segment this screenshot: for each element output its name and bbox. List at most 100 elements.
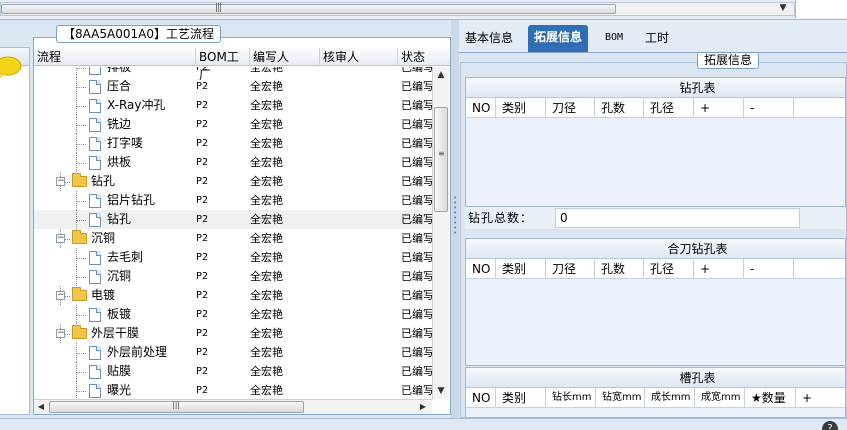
combo-drill-table: 合刀钻孔表 NO 类别 刀径 孔数 孔径 + - bbox=[465, 238, 846, 366]
collapse-toggle-icon[interactable]: − bbox=[56, 291, 65, 300]
tree-row[interactable]: 铣边 P2 全宏艳 已编写 bbox=[34, 115, 432, 134]
slot-table: 槽孔表 NO 类别 钻长mm 钻宽mm 成长mm 成宽mm ★数量 + bbox=[465, 367, 847, 418]
tree-row[interactable]: − 外层干膜 P2 全宏艳 已编写 bbox=[34, 324, 432, 343]
tree-row[interactable]: − 电镀 P2 全宏艳 已编写 bbox=[34, 286, 432, 305]
collapse-toggle-icon[interactable]: − bbox=[56, 329, 65, 338]
tree-row-writer: 全宏艳 bbox=[250, 175, 283, 188]
tab-basic-info[interactable]: 基本信息 bbox=[459, 27, 519, 49]
tree-row-name: 铝片钻孔 bbox=[107, 193, 156, 207]
tree-row-bom-factory: P2 bbox=[196, 290, 209, 301]
drill-table-header: NO 类别 刀径 孔数 孔径 + - bbox=[466, 98, 845, 118]
tree-row-name: 曝光 bbox=[107, 383, 132, 397]
folder-icon bbox=[72, 230, 87, 244]
combo-drill-table-col-header: 刀径 bbox=[546, 259, 595, 279]
document-icon bbox=[89, 194, 101, 208]
tree-row[interactable]: 烘板 P2 全宏艳 已编写 bbox=[34, 153, 432, 172]
tree-row-writer: 全宏艳 bbox=[250, 289, 283, 302]
panel-splitter[interactable]: • • • • • • • • bbox=[451, 20, 459, 418]
tree-row-bom-factory: P2 bbox=[196, 366, 209, 377]
tree-row-bom-factory: P2 bbox=[196, 67, 209, 73]
tree-row-name: X-Ray冲孔 bbox=[107, 98, 166, 112]
column-header-writer[interactable]: 编写人 bbox=[250, 48, 320, 66]
tree-row-status: 已编写 bbox=[401, 327, 432, 340]
document-icon bbox=[89, 118, 101, 132]
tree-row[interactable]: − 沉铜 P2 全宏艳 已编写 bbox=[34, 229, 432, 248]
tree-row-writer: 全宏艳 bbox=[250, 251, 283, 264]
top-horizontal-scrollbar[interactable]: ||| ▼ bbox=[0, 2, 795, 16]
tree-vertical-scrollbar[interactable]: ▲ ≡ ▼ bbox=[432, 67, 449, 399]
tree-column-header: 流程 BOM工厂 编写人 核审人 状态 bbox=[34, 48, 450, 82]
tree-row[interactable]: X-Ray冲孔 P2 全宏艳 已编写 bbox=[34, 96, 432, 115]
column-header-bom-factory[interactable]: BOM工厂 bbox=[196, 48, 250, 82]
tree-row[interactable]: 铝片钻孔 P2 全宏艳 已编写 bbox=[34, 191, 432, 210]
combo-drill-table-col-header: NO bbox=[466, 259, 496, 279]
tree-row[interactable]: 曝光 P2 全宏艳 已编写 bbox=[34, 381, 432, 399]
tree-row[interactable]: 外层前处理 P2 全宏艳 已编写 bbox=[34, 343, 432, 362]
tree-row-writer: 全宏艳 bbox=[250, 118, 283, 131]
column-header-process[interactable]: 流程 bbox=[34, 48, 196, 66]
document-icon bbox=[89, 156, 101, 170]
scroll-left-arrow-icon[interactable]: ◀ bbox=[34, 400, 48, 414]
combo-drill-table-col-header[interactable]: - bbox=[744, 259, 794, 279]
help-icon[interactable]: ? bbox=[822, 421, 838, 430]
process-tree-panel: 流程 BOM工厂 编写人 核审人 状态 排板 P2 全宏艳 已编写 压合 P2 全宏艳 已编写… bbox=[33, 37, 451, 415]
tree-row-status: 已编写 bbox=[401, 251, 432, 264]
scroll-right-arrow-icon[interactable]: ▶ bbox=[416, 400, 430, 414]
tree-row-status: 已编写 bbox=[401, 365, 432, 378]
scroll-down-arrow-icon[interactable]: ▼ bbox=[433, 383, 449, 399]
tab-bom[interactable]: BOM bbox=[599, 27, 629, 49]
tree-row[interactable]: 排板 P2 全宏艳 已编写 bbox=[34, 67, 432, 77]
tab-extended-info[interactable]: 拓展信息 bbox=[528, 25, 589, 52]
folder-icon bbox=[72, 173, 87, 187]
slot-table-col-header: 成长mm bbox=[645, 388, 695, 408]
tree-row-bom-factory: P2 bbox=[196, 328, 209, 339]
drill-table-col-header[interactable]: - bbox=[744, 98, 794, 118]
tree-row-name: 钻孔 bbox=[107, 212, 132, 226]
tree-row[interactable]: 贴膜 P2 全宏艳 已编写 bbox=[34, 362, 432, 381]
tree-row[interactable]: 钻孔 P2 全宏艳 已编写 bbox=[34, 210, 432, 229]
tree-connector bbox=[76, 220, 86, 221]
drill-total-label: 钻孔总数： bbox=[468, 211, 534, 225]
tree-row-name: 铣边 bbox=[107, 117, 132, 131]
tree-row-status: 已编写 bbox=[401, 67, 432, 74]
drill-table-col-header[interactable]: + bbox=[694, 98, 744, 118]
slot-table-col-header: 成宽mm bbox=[695, 388, 745, 408]
scroll-down-arrow-icon[interactable]: ▼ bbox=[773, 3, 793, 15]
slot-table-col-header: NO bbox=[466, 388, 496, 408]
drill-table-caption: 钻孔表 bbox=[466, 78, 845, 98]
tree-row-name: 贴膜 bbox=[107, 364, 132, 378]
tree-row[interactable]: − 钻孔 P2 全宏艳 已编写 bbox=[34, 172, 432, 191]
slot-table-col-header: 类别 bbox=[496, 388, 546, 408]
tree-row[interactable]: 沉铜 P2 全宏艳 已编写 bbox=[34, 267, 432, 286]
tree-row[interactable]: 打字唛 P2 全宏艳 已编写 bbox=[34, 134, 432, 153]
tree-row-name: 沉铜 bbox=[107, 269, 132, 283]
left-collapsed-panel bbox=[0, 47, 30, 415]
tree-hscroll-thumb[interactable]: ||| bbox=[49, 400, 304, 413]
tree-connector bbox=[76, 258, 86, 259]
combo-drill-table-col-header[interactable]: + bbox=[694, 259, 744, 279]
tree-row[interactable]: 板镀 P2 全宏艳 已编写 bbox=[34, 305, 432, 324]
tree-row-status: 已编写 bbox=[401, 156, 432, 169]
top-scroll-thumb[interactable] bbox=[1, 4, 616, 14]
tree-horizontal-scrollbar[interactable]: ◀ ||| ▶ bbox=[34, 399, 432, 414]
tree-row-writer: 全宏艳 bbox=[250, 327, 283, 340]
tab-work-hours[interactable]: 工时 bbox=[639, 27, 675, 49]
collapse-toggle-icon[interactable]: − bbox=[56, 177, 65, 186]
tree-connector bbox=[76, 372, 86, 373]
slot-table-col-header[interactable]: + bbox=[796, 388, 847, 408]
tree-connector bbox=[76, 144, 86, 145]
drill-table-col-header: NO bbox=[466, 98, 496, 118]
slot-table-caption: 槽孔表 bbox=[466, 368, 845, 388]
tree-row[interactable]: 压合 P2 全宏艳 已编写 bbox=[34, 77, 432, 96]
collapse-toggle-icon[interactable]: − bbox=[56, 234, 65, 243]
column-header-reviewer[interactable]: 核审人 bbox=[320, 48, 398, 66]
tree-vscroll-thumb[interactable]: ≡ bbox=[434, 107, 448, 212]
drill-total-field[interactable]: 0 bbox=[555, 208, 800, 228]
tree-row-status: 已编写 bbox=[401, 270, 432, 283]
tree-connector bbox=[76, 381, 77, 399]
chat-bubble-icon[interactable] bbox=[0, 56, 22, 78]
tree-row[interactable]: 去毛刺 P2 全宏艳 已编写 bbox=[34, 248, 432, 267]
scroll-up-arrow-icon[interactable]: ▲ bbox=[433, 67, 449, 83]
tree-row-name: 电镀 bbox=[91, 288, 116, 302]
column-header-status[interactable]: 状态 bbox=[398, 48, 450, 66]
